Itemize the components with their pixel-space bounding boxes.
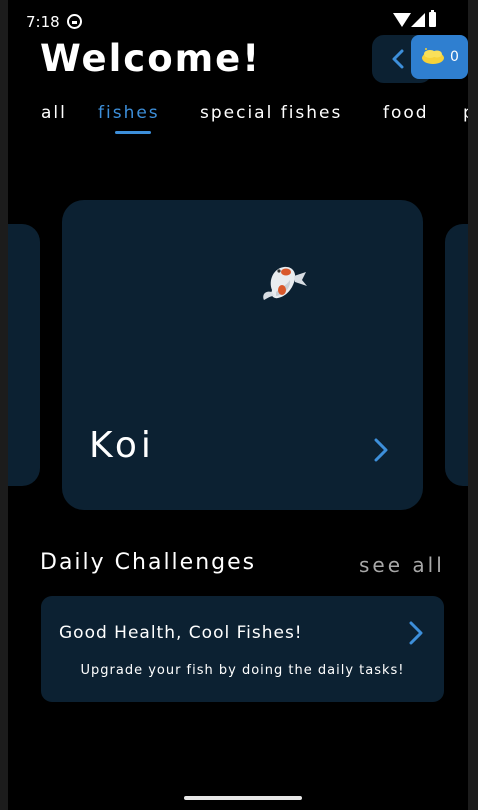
- next-card[interactable]: [445, 224, 468, 486]
- tab-food[interactable]: food: [383, 103, 429, 123]
- coin-counter[interactable]: 0: [411, 35, 468, 79]
- coin-pile-icon: [422, 48, 444, 64]
- fish-name: Koi: [89, 425, 155, 466]
- previous-card[interactable]: [8, 224, 40, 486]
- status-time: 7:18: [26, 13, 60, 31]
- tab-partial[interactable]: p: [463, 103, 468, 123]
- battery-icon: [429, 10, 436, 27]
- tab-all[interactable]: all: [41, 103, 67, 123]
- home-indicator[interactable]: [184, 796, 302, 800]
- tab-special-fishes[interactable]: special fishes: [200, 103, 342, 123]
- chevron-left-icon: [392, 49, 404, 69]
- challenge-title: Good Health, Cool Fishes!: [59, 623, 303, 643]
- wifi-icon: [393, 13, 411, 27]
- koi-fish-icon: [263, 266, 307, 300]
- page-title: Welcome!: [40, 37, 262, 80]
- coin-count: 0: [450, 49, 459, 65]
- chevron-right-icon[interactable]: [372, 437, 390, 463]
- fish-card[interactable]: Koi: [62, 200, 423, 510]
- active-tab-indicator: [115, 131, 151, 134]
- app-screen: 7:18 Welcome! 0 all fishes special fishe…: [8, 0, 468, 810]
- signal-icon: [411, 13, 425, 27]
- challenge-description: Upgrade your fish by doing the daily tas…: [80, 663, 405, 678]
- fish-carousel[interactable]: Koi: [8, 200, 468, 510]
- category-tabs: all fishes special fishes food p: [8, 100, 468, 140]
- daily-challenges-heading: Daily Challenges: [40, 550, 257, 575]
- download-icon: [67, 14, 82, 29]
- tab-fishes[interactable]: fishes: [98, 103, 160, 123]
- chevron-right-icon[interactable]: [407, 620, 425, 646]
- see-all-link[interactable]: see all: [359, 553, 445, 577]
- challenge-card[interactable]: Good Health, Cool Fishes! Upgrade your f…: [41, 596, 444, 702]
